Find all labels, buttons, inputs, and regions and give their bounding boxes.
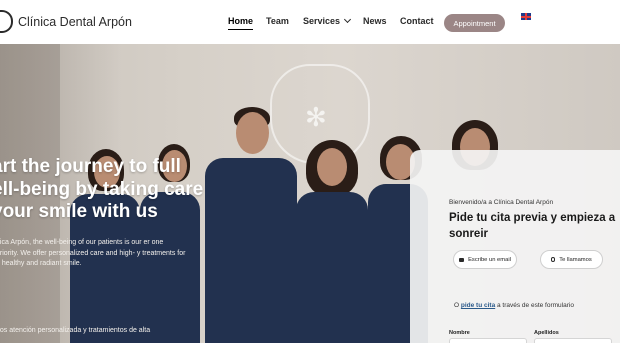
hero-title-line: ell-being by taking care: [0, 178, 204, 200]
wall-star-icon: ✻: [305, 102, 327, 132]
nav-home[interactable]: Home: [228, 16, 254, 30]
lastname-label: Apellidos: [534, 330, 559, 336]
nav-team[interactable]: Team: [266, 16, 289, 26]
form-prompt: O pide tu cita a través de este formular…: [454, 302, 574, 309]
brand-name: Clínica Dental Arpón: [18, 14, 132, 29]
name-label: Nombre: [449, 330, 470, 336]
booking-title: Pide tu cita previa y empieza a sonreir: [449, 212, 616, 240]
nav-contact[interactable]: Contact: [400, 16, 434, 26]
nav-news[interactable]: News: [363, 16, 387, 26]
form-prefix: O: [454, 302, 460, 309]
call-me-button[interactable]: Te llamamos: [540, 250, 603, 269]
brand-logo[interactable]: Clínica Dental Arpón: [0, 10, 132, 33]
booking-welcome: Bienvenido/a a Clínica Dental Arpón: [449, 199, 554, 206]
hero-paragraph-es: nos atención personalizada y tratamiento…: [0, 327, 151, 334]
phone-icon: [551, 257, 556, 262]
uk-flag-icon[interactable]: [521, 13, 531, 20]
envelope-icon: [459, 257, 465, 262]
appointment-button[interactable]: Appointment: [444, 14, 505, 32]
site-header: Clínica Dental Arpón Home Team Services …: [0, 0, 620, 44]
form-suffix: a través de este formulario: [497, 302, 574, 309]
nav-services-label: Services: [303, 16, 341, 26]
tooth-logo-icon: [0, 10, 13, 33]
hero-title-line: art the journey to full: [0, 156, 181, 177]
hero-paragraph: nica Arpón, the well-being of our patien…: [0, 239, 186, 267]
hero-title: art the journey to full ell-being by tak…: [0, 156, 222, 224]
nav-services[interactable]: Services: [303, 15, 352, 26]
form-link[interactable]: pide tu cita: [461, 302, 495, 309]
hero-title-line: your smile with us: [0, 201, 158, 222]
booking-card: Bienvenido/a a Clínica Dental Arpón Pide…: [410, 150, 620, 343]
name-field[interactable]: [449, 338, 527, 343]
call-button-label: Te llamamos: [559, 256, 592, 263]
email-button-label: Escribe un email: [468, 256, 511, 263]
chevron-down-icon: [344, 15, 352, 24]
lastname-field[interactable]: [534, 338, 612, 343]
email-button[interactable]: Escribe un email: [453, 250, 517, 269]
